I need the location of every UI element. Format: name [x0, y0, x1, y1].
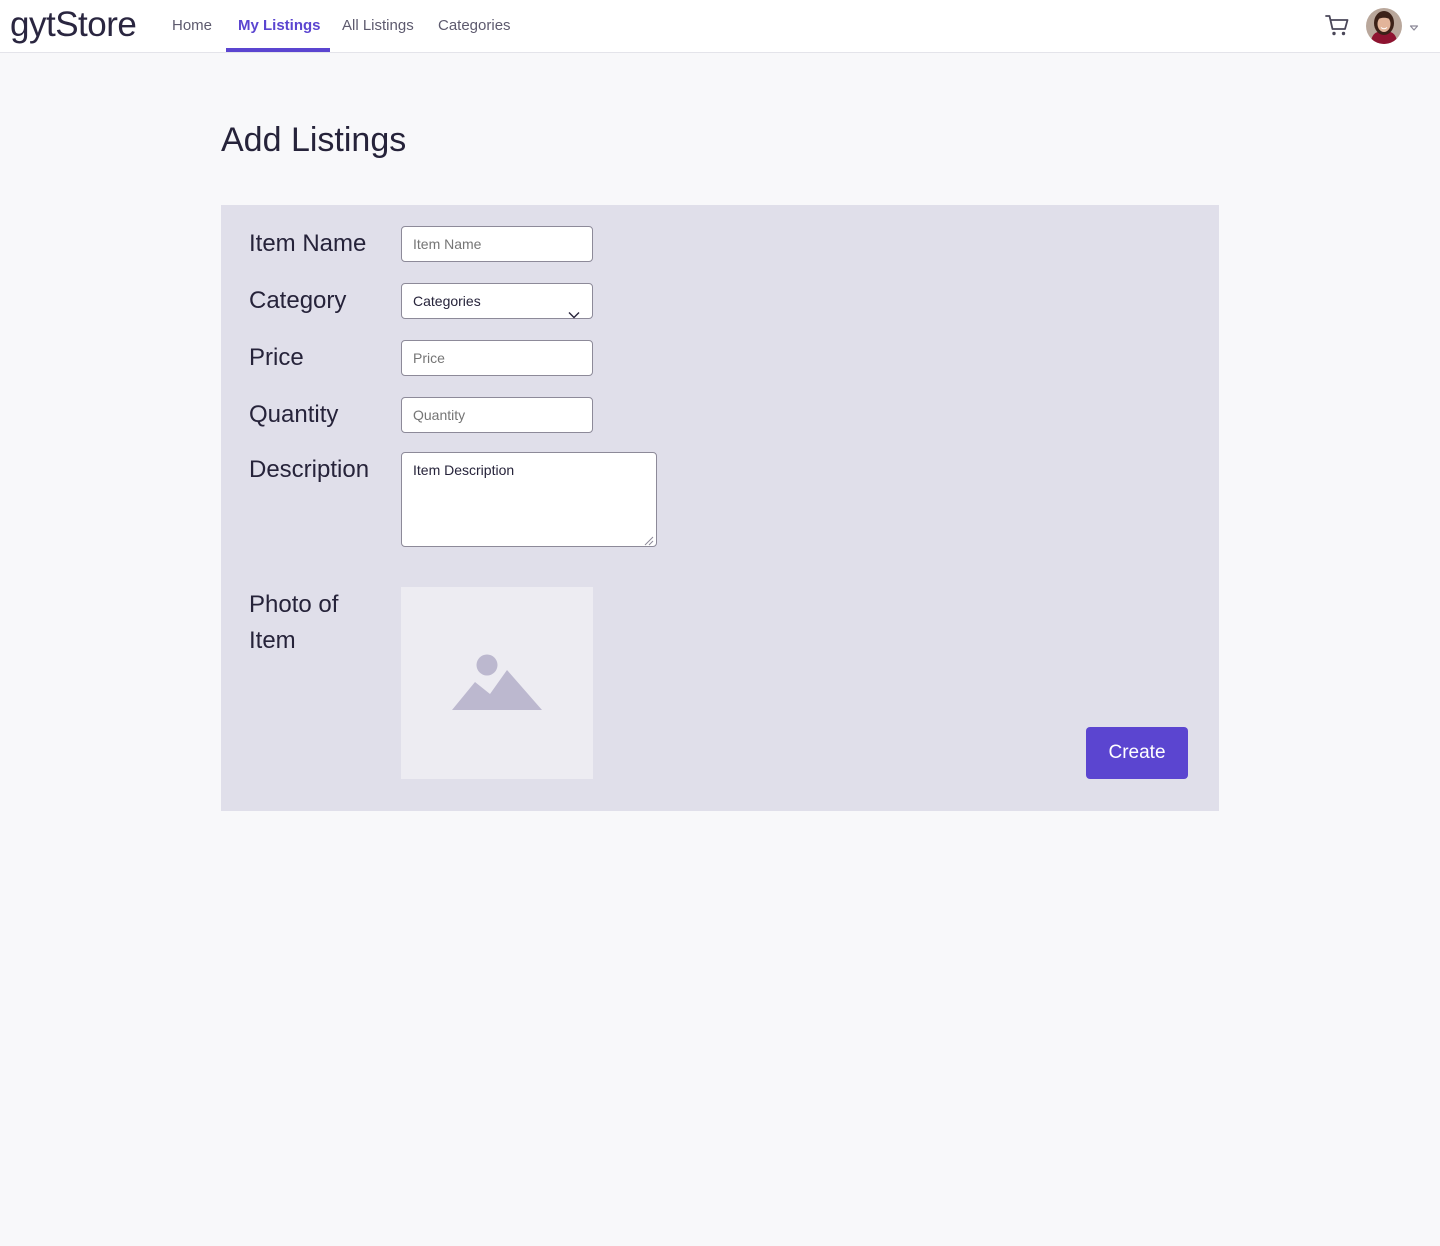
- description-label: Description: [249, 456, 370, 483]
- caret-down-icon[interactable]: [1409, 20, 1419, 31]
- description-textarea[interactable]: Item Description: [401, 452, 657, 547]
- top-navbar: gytStore Home My Listings All Listings C…: [0, 0, 1440, 53]
- add-listing-form: Item Name Category Categories Price Quan…: [221, 205, 1219, 811]
- brand-logo[interactable]: gytStore: [10, 4, 137, 46]
- photo-label: Photo of Item: [249, 587, 338, 659]
- nav-all-listings[interactable]: All Listings: [342, 0, 414, 52]
- resize-grip-icon[interactable]: [642, 532, 654, 546]
- user-avatar[interactable]: [1366, 8, 1402, 44]
- category-select-value: Categories: [413, 293, 481, 309]
- photo-label-line1: Photo of: [249, 591, 339, 618]
- quantity-input[interactable]: [401, 397, 593, 433]
- active-tab-indicator: [226, 48, 330, 52]
- description-placeholder: Item Description: [413, 462, 515, 478]
- item-name-label: Item Name: [249, 230, 367, 257]
- category-select[interactable]: Categories: [401, 283, 593, 319]
- quantity-label: Quantity: [249, 401, 339, 428]
- nav-my-listings[interactable]: My Listings: [238, 0, 321, 52]
- image-placeholder-icon: [452, 654, 542, 710]
- shopping-cart-icon[interactable]: [1324, 12, 1350, 38]
- category-label: Category: [249, 287, 347, 314]
- photo-upload-area[interactable]: [401, 587, 593, 779]
- price-input[interactable]: [401, 340, 593, 376]
- page-title: Add Listings: [221, 121, 407, 159]
- price-label: Price: [249, 344, 304, 371]
- chevron-down-icon: [568, 297, 580, 319]
- nav-home[interactable]: Home: [172, 0, 212, 52]
- nav-categories[interactable]: Categories: [438, 0, 511, 52]
- item-name-input[interactable]: [401, 226, 593, 262]
- create-button[interactable]: Create: [1086, 727, 1188, 779]
- photo-label-line2: Item: [249, 627, 296, 654]
